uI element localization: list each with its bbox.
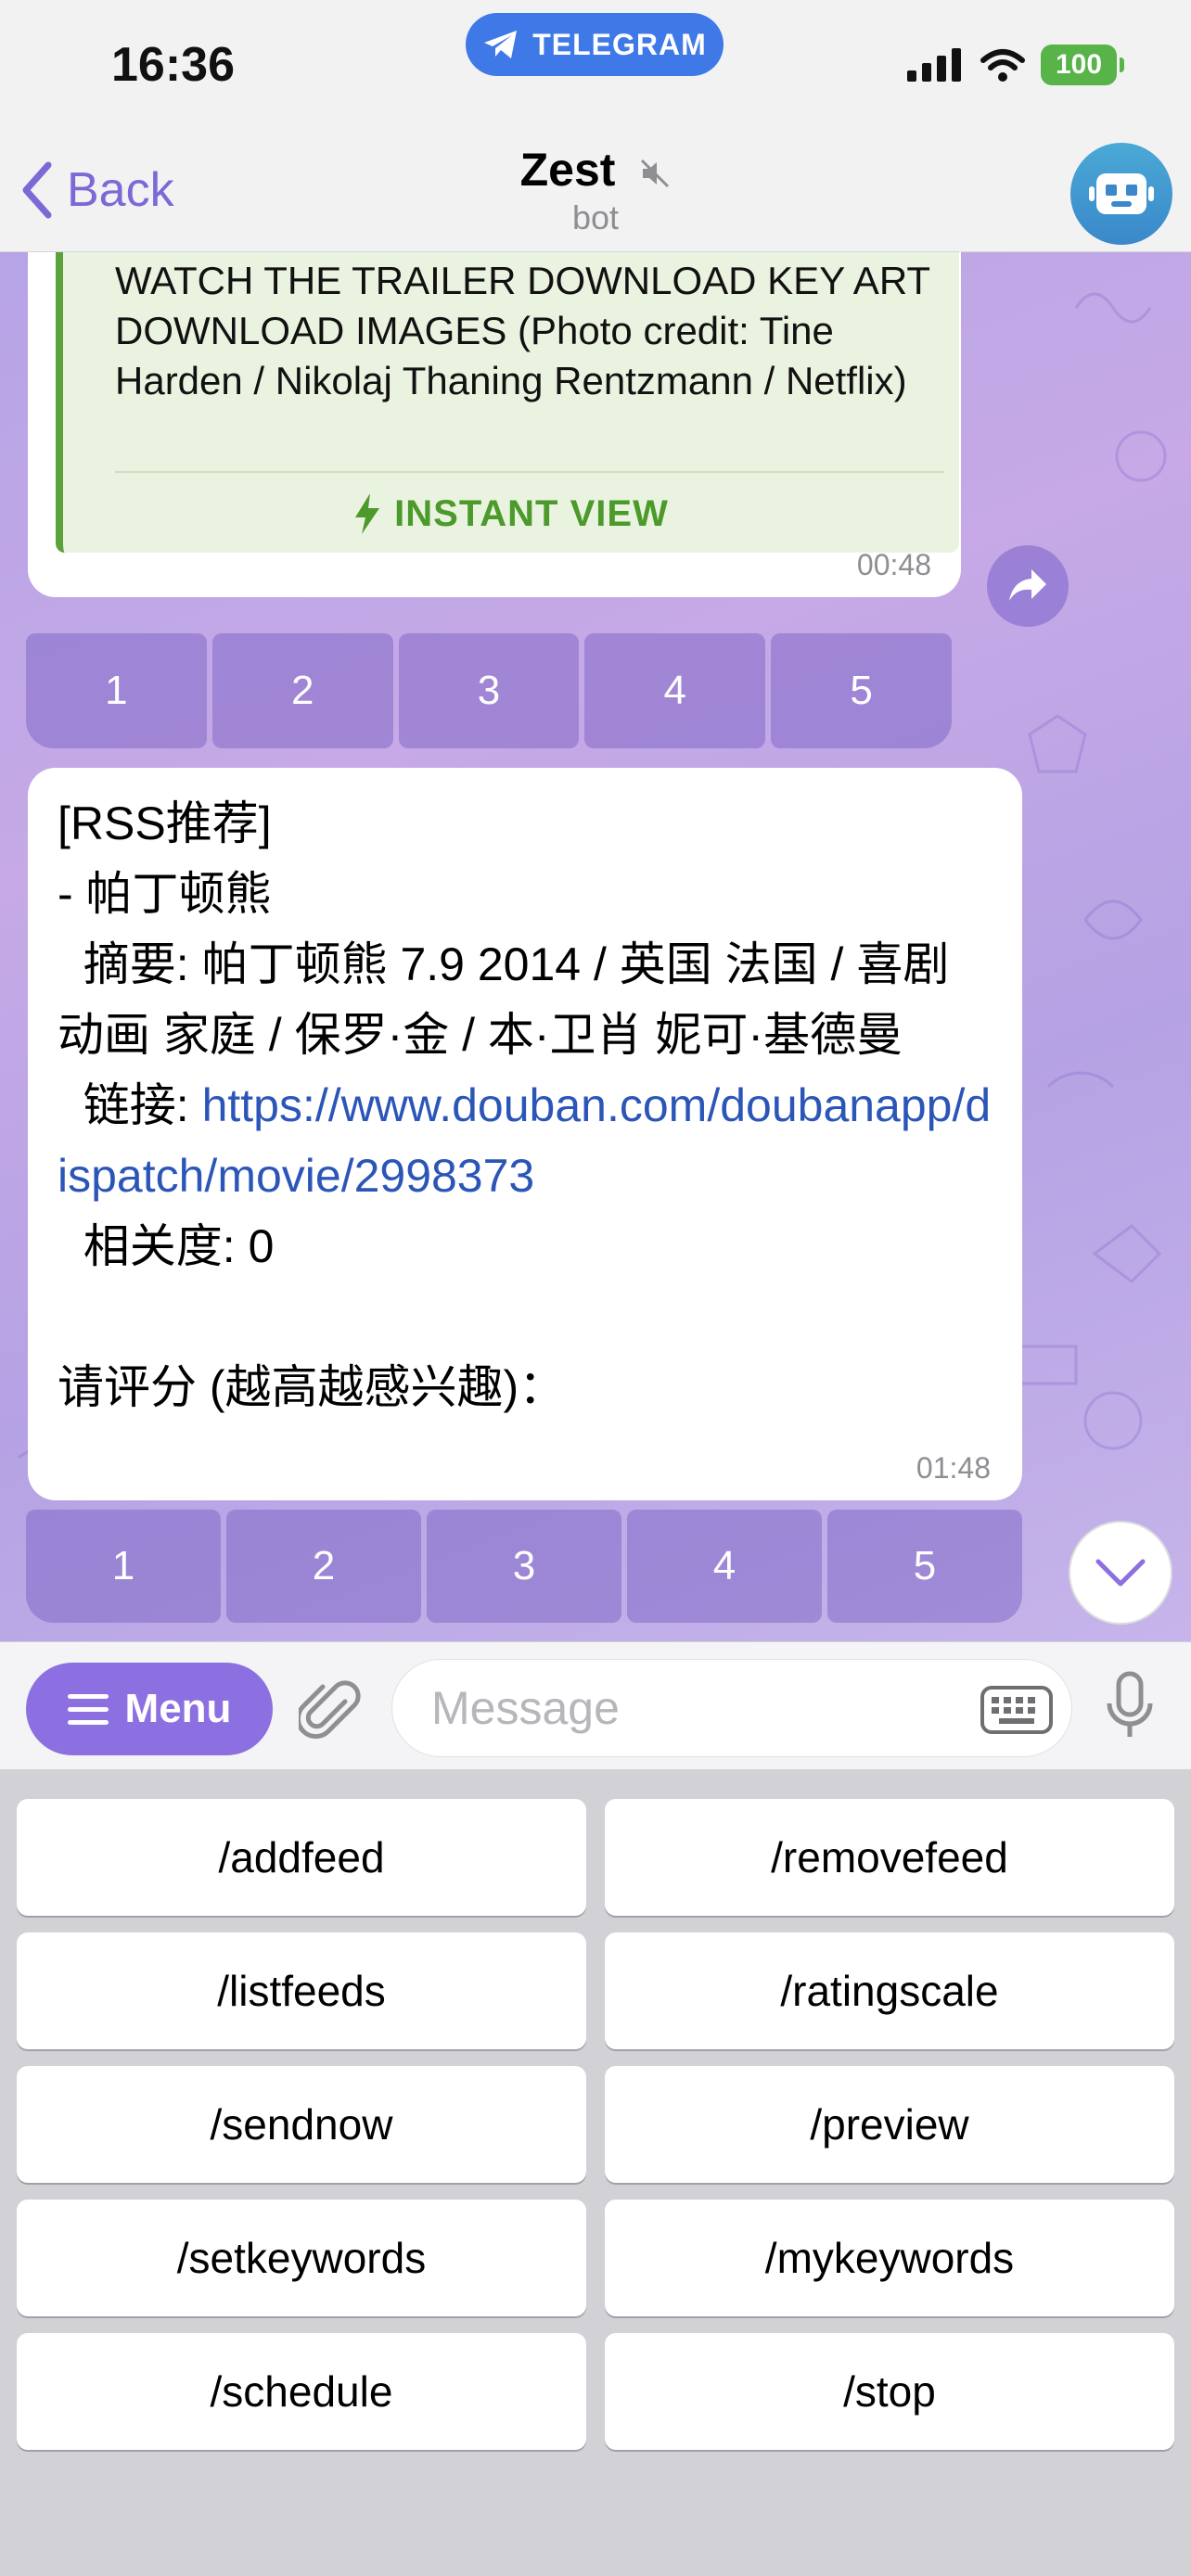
rating-button-5[interactable]: 5 [827,1510,1022,1623]
robot-icon [1089,173,1154,214]
chat-title-text: Zest [519,144,616,196]
bot-avatar[interactable] [1070,143,1172,245]
message-bubble[interactable]: [RSS推荐] - 帕丁顿熊 摘要: 帕丁顿熊 7.9 2014 / 英国 法国… [28,768,1022,1500]
command-button-listfeeds[interactable]: /listfeeds [17,1932,586,2049]
wifi-icon [980,49,1025,82]
rating-button-5[interactable]: 5 [771,633,952,748]
chat-area[interactable]: WATCH THE TRAILER DOWNLOAD KEY ART DOWNL… [0,252,1191,1641]
relevance-line: 相关度: 0 [58,1220,275,1272]
rating-button-1[interactable]: 1 [26,1510,221,1623]
message-line: - 帕丁顿熊 [58,868,272,920]
link-label: 链接: [58,1079,202,1131]
rating-button-4[interactable]: 4 [627,1510,822,1623]
message-line: 摘要: 帕丁顿熊 7.9 2014 / 英国 法国 / 喜剧 动画 家庭 / 保… [58,938,963,1061]
rating-button-1[interactable]: 1 [26,633,207,748]
menu-button[interactable]: Menu [26,1663,273,1755]
message-input-bar: Menu [0,1641,1191,1769]
scroll-down-button[interactable] [1069,1521,1172,1625]
bot-command-keyboard: /addfeed /removefeed /listfeeds /ratings… [0,1769,1191,2576]
command-button-ratingscale[interactable]: /ratingscale [605,1932,1174,2049]
divider [115,471,944,473]
chevron-down-icon [1095,1559,1146,1587]
command-button-setkeywords[interactable]: /setkeywords [17,2200,586,2316]
command-button-addfeed[interactable]: /addfeed [17,1799,586,1916]
keyboard-icon[interactable] [980,1686,1053,1734]
link-preview[interactable]: WATCH THE TRAILER DOWNLOAD KEY ART DOWNL… [56,252,959,553]
rating-button-2[interactable]: 2 [211,633,393,748]
message-input[interactable] [429,1660,949,1756]
telegram-plane-icon [484,31,518,58]
message-line: [RSS推荐] [58,797,272,849]
hamburger-icon [67,1694,109,1725]
share-button[interactable] [987,545,1069,627]
battery-indicator: 100 [1041,45,1124,85]
lightning-icon [355,493,380,534]
command-button-stop[interactable]: /stop [605,2333,1174,2450]
message-text: [RSS推荐] - 帕丁顿熊 摘要: 帕丁顿熊 7.9 2014 / 英国 法国… [58,788,994,1422]
command-button-removefeed[interactable]: /removefeed [605,1799,1174,1916]
paperclip-icon[interactable] [299,1679,364,1744]
rating-keyboard-1: 1 2 3 4 5 [26,633,952,748]
rating-prompt: 请评分 (越高越感兴趣)： [58,1361,566,1413]
message-time: 01:48 [916,1451,991,1485]
message-field[interactable] [391,1659,1072,1757]
instant-view-button[interactable]: INSTANT VIEW [63,486,959,542]
command-button-mykeywords[interactable]: /mykeywords [605,2200,1174,2316]
telegram-pill[interactable]: TELEGRAM [466,13,724,76]
link-line: 链接: https://www.douban.com/doubanapp/dis… [58,1070,994,1211]
menu-label: Menu [124,1686,232,1731]
rating-button-2[interactable]: 2 [226,1510,421,1623]
rating-button-3[interactable]: 3 [427,1510,621,1623]
rating-button-4[interactable]: 4 [584,633,766,748]
rating-keyboard-2: 1 2 3 4 5 [26,1510,1022,1623]
command-grid: /addfeed /removefeed /listfeeds /ratings… [17,1799,1174,2450]
share-arrow-icon [1009,569,1046,601]
signal-icon [907,48,961,82]
command-button-preview[interactable]: /preview [605,2066,1174,2183]
chat-subtitle: bot [571,198,620,236]
chat-header: 16:36 TELEGRAM 100 Back Zest bot [0,0,1191,252]
status-time: 16:36 [111,38,235,92]
message-time: 00:48 [856,548,931,581]
muted-speaker-icon [641,159,670,187]
microphone-icon[interactable] [1104,1670,1156,1744]
link-preview-text: WATCH THE TRAILER DOWNLOAD KEY ART DOWNL… [115,259,930,402]
command-button-sendnow[interactable]: /sendnow [17,2066,586,2183]
chat-title[interactable]: Zest [0,143,1191,197]
instant-view-label: INSTANT VIEW [394,492,669,534]
status-icons: 100 [907,45,1124,85]
message-bubble[interactable]: WATCH THE TRAILER DOWNLOAD KEY ART DOWNL… [28,252,961,597]
rating-button-3[interactable]: 3 [398,633,580,748]
command-button-schedule[interactable]: /schedule [17,2333,586,2450]
telegram-pill-label: TELEGRAM [532,27,707,61]
